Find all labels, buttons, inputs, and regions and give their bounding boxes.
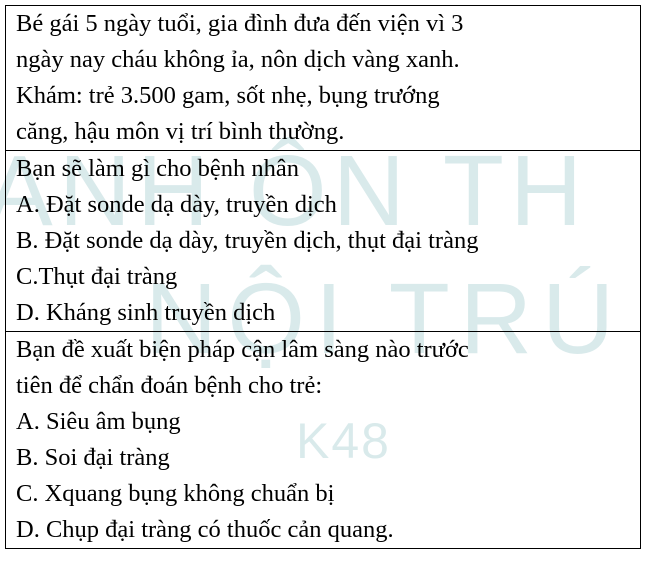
question1-cell: Bạn sẽ làm gì cho bệnh nhân A. Đặt sonde…	[5, 150, 641, 332]
question1-option-d: D. Kháng sinh truyền dịch	[16, 299, 276, 326]
question1-option-c: C.Thụt đại tràng	[16, 263, 178, 290]
case-description-cell: Bé gái 5 ngày tuổi, gia đình đưa đến việ…	[5, 5, 641, 151]
question2-cell: Bạn đề xuất biện pháp cận lâm sàng nào t…	[5, 331, 641, 549]
question2-option-d: D. Chụp đại tràng có thuốc cản quang.	[16, 516, 394, 543]
case-row: Bé gái 5 ngày tuổi, gia đình đưa đến việ…	[5, 5, 641, 151]
question2-prompt-line: Bạn đề xuất biện pháp cận lâm sàng nào t…	[16, 336, 469, 363]
question-table: Bé gái 5 ngày tuổi, gia đình đưa đến việ…	[5, 5, 641, 549]
question2-option-b: B. Soi đại tràng	[16, 444, 170, 471]
question2-option-a: A. Siêu âm bụng	[16, 408, 181, 435]
question1-option-a: A. Đặt sonde dạ dày, truyền dịch	[16, 191, 337, 218]
question2-option-c: C. Xquang bụng không chuẩn bị	[16, 480, 335, 507]
question2-row: Bạn đề xuất biện pháp cận lâm sàng nào t…	[5, 331, 641, 549]
case-text-line: Bé gái 5 ngày tuổi, gia đình đưa đến việ…	[16, 10, 464, 37]
case-text-line: căng, hậu môn vị trí bình thường.	[16, 118, 345, 145]
question2-prompt-line: tiên để chẩn đoán bệnh cho trẻ:	[16, 372, 323, 399]
case-text-line: Khám: trẻ 3.500 gam, sốt nhẹ, bụng trướn…	[16, 82, 440, 109]
question1-row: Bạn sẽ làm gì cho bệnh nhân A. Đặt sonde…	[5, 150, 641, 332]
question1-prompt: Bạn sẽ làm gì cho bệnh nhân	[16, 155, 300, 182]
case-text-line: ngày nay cháu không ỉa, nôn dịch vàng xa…	[16, 46, 460, 73]
question1-option-b: B. Đặt sonde dạ dày, truyền dịch, thụt đ…	[16, 227, 479, 254]
